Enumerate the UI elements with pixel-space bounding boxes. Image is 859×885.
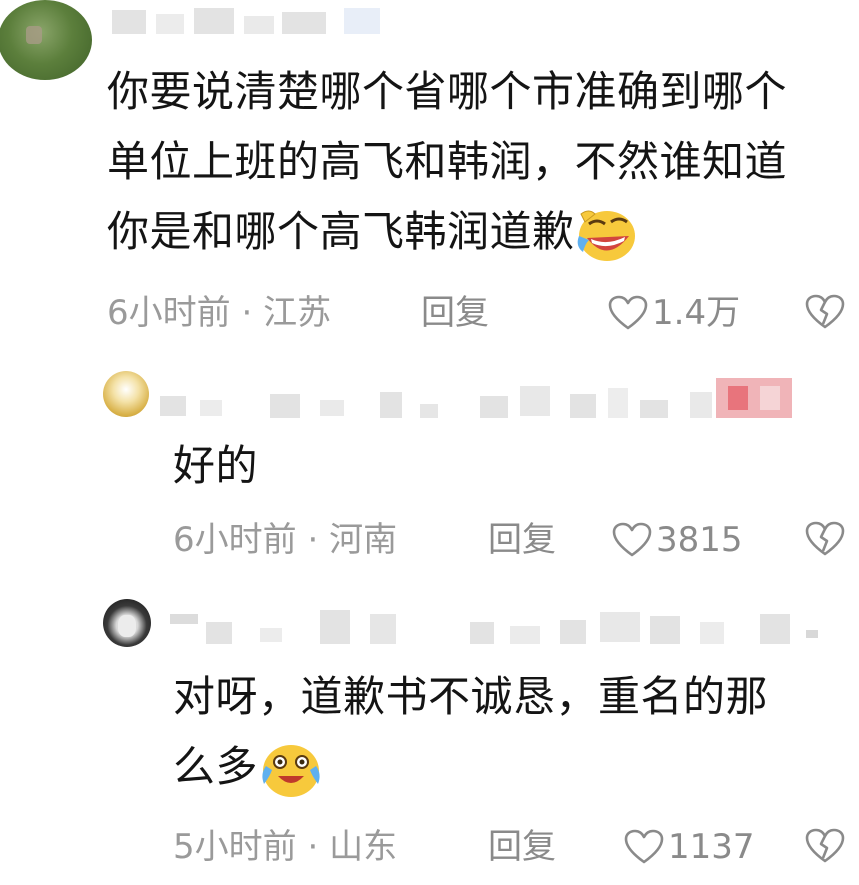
username-blurred[interactable] [170,604,820,644]
like-count: 1.4万 [652,293,741,333]
crying-laughing-emoji [262,744,320,797]
comment-text: 你要说清楚哪个省哪个市准确到哪个 单位上班的高飞和韩润，不然谁知道 你是和哪个高… [107,57,852,267]
username-blurred[interactable] [112,4,392,44]
like-button[interactable]: 3815 [612,520,743,560]
heart-icon [612,522,652,557]
avatar[interactable] [0,0,92,80]
broken-heart-icon [805,294,845,329]
reply-button[interactable]: 回复 [488,827,556,867]
avatar[interactable] [103,371,149,417]
comment-1: 你要说清楚哪个省哪个市准确到哪个 单位上班的高飞和韩润，不然谁知道 你是和哪个高… [0,0,859,350]
comment-text: 好的 [173,441,259,490]
like-count: 1137 [668,827,755,867]
dislike-button[interactable] [805,294,845,334]
comment-text: 对呀，道歉书不诚恳，重名的那 么多 [173,662,853,802]
timestamp: 5小时前 [173,827,297,867]
location: 河南 [329,520,398,560]
like-button[interactable]: 1137 [624,827,755,867]
comment-meta: 6小时前 · 江苏 [107,293,332,333]
comment-meta: 6小时前 · 河南 [173,520,398,560]
comment-3: 对呀，道歉书不诚恳，重名的那 么多 5小时前 · 山东 回复 1137 [0,590,859,885]
dislike-button[interactable] [805,521,845,561]
timestamp: 6小时前 [107,293,231,333]
timestamp: 6小时前 [173,520,297,560]
laughing-emoji [577,210,635,261]
like-button[interactable]: 1.4万 [608,293,740,333]
comment-meta: 5小时前 · 山东 [173,827,398,867]
broken-heart-icon [805,521,845,556]
comment-2: 好的 6小时前 · 河南 回复 3815 [0,360,859,580]
location: 山东 [329,827,398,867]
broken-heart-icon [805,828,845,863]
heart-icon [608,295,648,330]
avatar[interactable] [103,599,151,647]
username-blurred[interactable] [160,378,800,418]
reply-button[interactable]: 回复 [488,520,556,560]
like-count: 3815 [656,520,743,560]
heart-icon [624,829,664,864]
location: 江苏 [263,293,332,333]
reply-button[interactable]: 回复 [421,293,489,333]
dislike-button[interactable] [805,828,845,868]
